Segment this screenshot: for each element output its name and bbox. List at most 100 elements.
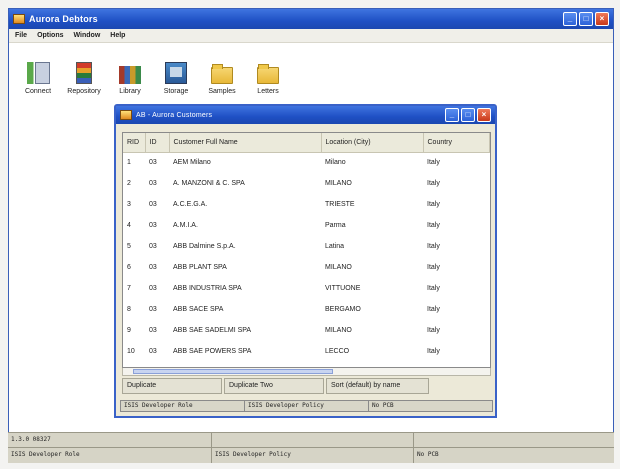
- status-role: ISIS Developer Role: [121, 401, 245, 411]
- table-row[interactable]: 2 03 A. MANZONI & C. SPA MILANO Italy: [123, 173, 490, 194]
- close-button[interactable]: ×: [595, 12, 609, 26]
- status-policy: ISIS Developer Policy: [212, 448, 414, 463]
- menubar: File Options Window Help: [9, 29, 613, 43]
- tab-duplicate-two[interactable]: Duplicate Two: [224, 378, 324, 394]
- scrollbar-thumb[interactable]: [133, 369, 333, 374]
- table-cell: 4: [127, 222, 131, 229]
- table-cell: 03: [149, 201, 157, 208]
- storage-button[interactable]: Storage: [153, 49, 199, 95]
- table-cell: ABB PLANT SPA: [173, 264, 227, 271]
- table-cell: ABB SAE SADELMI SPA: [173, 327, 252, 334]
- table-cell: 1: [127, 159, 131, 167]
- folder-icon: [211, 64, 233, 84]
- column-header[interactable]: Location (City): [321, 133, 424, 153]
- column-header[interactable]: Customer Full Name: [169, 133, 322, 153]
- table-cell: 03: [149, 264, 157, 271]
- toolbar: Connect Repository Library Storage Sampl…: [9, 43, 613, 95]
- table-cell: 5: [127, 243, 131, 250]
- table-row[interactable]: 3 03 A.C.E.G.A. TRIESTE Italy: [123, 194, 490, 215]
- table-cell: Italy: [427, 327, 440, 334]
- grid-tabs: Duplicate Duplicate Two Sort (default) b…: [122, 378, 491, 394]
- table-row[interactable]: 5 03 ABB Dalmine S.p.A. Latina Italy: [123, 236, 490, 257]
- table-row[interactable]: 9 03 ABB SAE SADELMI SPA MILANO Italy: [123, 320, 490, 341]
- status-pcb: No PCB: [372, 402, 394, 409]
- status-empty: [212, 433, 414, 447]
- repository-button[interactable]: Repository: [61, 49, 107, 95]
- column-header[interactable]: ID: [145, 133, 170, 153]
- menu-help[interactable]: Help: [110, 32, 125, 39]
- table-cell: Latina: [325, 243, 345, 250]
- library-button[interactable]: Library: [107, 49, 153, 95]
- folder-icon: [257, 64, 279, 84]
- table-cell: 03: [149, 222, 157, 229]
- customers-titlebar[interactable]: AB - Aurora Customers _ □ ×: [116, 106, 495, 124]
- table-cell: Milano: [325, 159, 346, 167]
- grid-header: RID ID Customer Full Name Location (City…: [123, 133, 490, 153]
- table-row[interactable]: 6 03 ABB PLANT SPA MILANO Italy: [123, 257, 490, 278]
- table-cell: ABB SACE SPA: [173, 306, 224, 313]
- table-row[interactable]: 7 03 ABB INDUSTRIA SPA VITTUONE Italy: [123, 278, 490, 299]
- table-cell: ABB Dalmine S.p.A.: [173, 243, 236, 250]
- table-cell: AEM Milano: [173, 159, 211, 167]
- menu-options[interactable]: Options: [37, 32, 63, 39]
- status-version: 1.3.0 08327: [8, 433, 212, 447]
- table-row[interactable]: 10 03 ABB SAE POWERS SPA LECCO Italy: [123, 341, 490, 362]
- library-icon: [119, 66, 141, 84]
- table-cell: A. MANZONI & C. SPA: [173, 180, 245, 187]
- tab-sort-by-name[interactable]: Sort (default) by name: [326, 378, 429, 394]
- maximize-button[interactable]: □: [579, 12, 593, 26]
- table-cell: MILANO: [325, 327, 352, 334]
- connect-label: Connect: [24, 88, 52, 95]
- horizontal-scrollbar[interactable]: [122, 368, 491, 376]
- table-cell: LECCO: [325, 348, 350, 355]
- samples-label: Samples: [208, 88, 236, 95]
- table-cell: Parma: [325, 222, 346, 229]
- samples-button[interactable]: Samples: [199, 49, 245, 95]
- table-cell: ABB SAE POWERS SPA: [173, 348, 252, 355]
- table-cell: 2: [127, 180, 131, 187]
- table-cell: VITTUONE: [325, 285, 361, 292]
- connect-icon: [27, 62, 50, 84]
- table-cell: ABB INDUSTRIA SPA: [173, 285, 242, 292]
- child-minimize-button[interactable]: _: [445, 108, 459, 122]
- table-cell: 03: [149, 180, 157, 187]
- table-row[interactable]: 1 03 AEM Milano Milano Italy: [123, 152, 490, 173]
- statusbar-row: 1.3.0 08327: [8, 433, 614, 448]
- tab-duplicate[interactable]: Duplicate: [122, 378, 222, 394]
- table-cell: 03: [149, 285, 157, 292]
- column-header[interactable]: RID: [123, 133, 146, 153]
- table-cell: 10: [127, 348, 135, 355]
- table-cell: A.C.E.G.A.: [173, 201, 208, 208]
- table-row[interactable]: 8 03 ABB SACE SPA BERGAMO Italy: [123, 299, 490, 320]
- menu-file[interactable]: File: [15, 32, 27, 39]
- customers-grid[interactable]: RID ID Customer Full Name Location (City…: [122, 132, 491, 368]
- status-policy: ISIS Developer Policy: [245, 401, 369, 411]
- child-maximize-button[interactable]: □: [461, 108, 475, 122]
- repository-icon: [76, 62, 92, 84]
- repository-label: Repository: [67, 88, 101, 95]
- table-cell: MILANO: [325, 180, 352, 187]
- table-cell: MILANO: [325, 264, 352, 271]
- status-empty: [414, 433, 614, 447]
- table-row[interactable]: 4 03 A.M.I.A. Parma Italy: [123, 215, 490, 236]
- table-cell: 6: [127, 264, 131, 271]
- column-header[interactable]: Country: [423, 133, 490, 153]
- table-cell: 3: [127, 201, 131, 208]
- table-cell: 03: [149, 243, 157, 250]
- customers-window: AB - Aurora Customers _ □ × RID ID Custo…: [114, 104, 497, 418]
- app-icon: [13, 14, 25, 24]
- table-cell: 03: [149, 327, 157, 334]
- statusbar-row: ISIS Developer Role ISIS Developer Polic…: [8, 448, 614, 463]
- main-titlebar[interactable]: Aurora Debtors _ □ ×: [9, 9, 613, 29]
- minimize-button[interactable]: _: [563, 12, 577, 26]
- connect-button[interactable]: Connect: [15, 49, 61, 95]
- letters-button[interactable]: Letters: [245, 49, 291, 95]
- table-cell: Italy: [427, 285, 440, 292]
- status-role: ISIS Developer Role: [8, 448, 212, 463]
- table-cell: Italy: [427, 222, 440, 229]
- table-cell: Italy: [427, 264, 440, 271]
- table-cell: 8: [127, 306, 131, 313]
- customers-title: AB - Aurora Customers: [136, 111, 213, 119]
- menu-window[interactable]: Window: [74, 32, 101, 39]
- child-close-button[interactable]: ×: [477, 108, 491, 122]
